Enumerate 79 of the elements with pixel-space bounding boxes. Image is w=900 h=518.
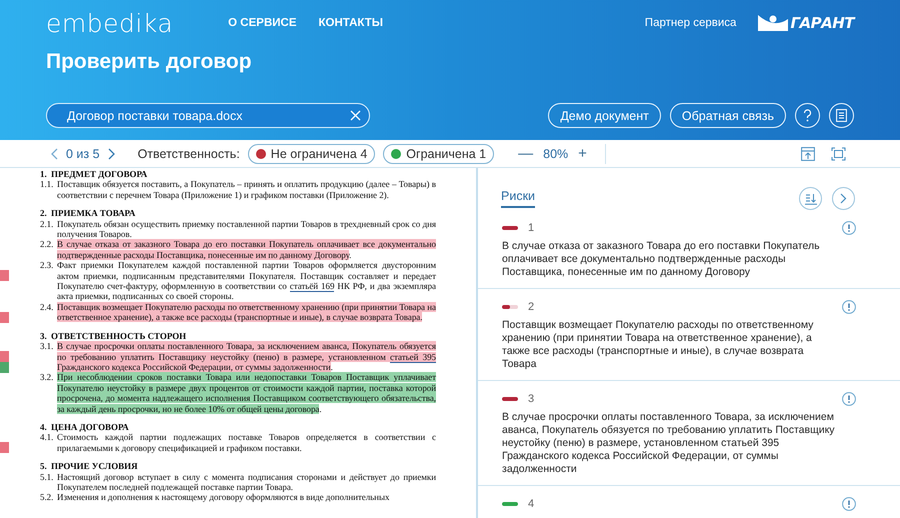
clause-text: Настоящий договор вступает в силу с момента подписания сторонами и действует до приемки Покупателем последней подлежащей поставке партии Товара. bbox=[57, 472, 436, 492]
chevron-left-icon bbox=[50, 148, 58, 160]
clause-number: 5.1. bbox=[40, 472, 54, 484]
header-button[interactable]: Демо документ bbox=[548, 103, 661, 128]
clause-text: Поставщик обязуется поставить, а Покупатель – принять и оплатить продукцию (далее – Товары) в соответствии с перечнем Товара (Приложение 1) и графиком поставки (Приложение 2). bbox=[57, 179, 436, 200]
close-icon bbox=[350, 110, 361, 121]
section-heading: 1. ПРЕДМЕТ ДОГОВОРА bbox=[40, 169, 148, 180]
zoom-out-button[interactable]: — bbox=[516, 145, 536, 162]
severity-bar bbox=[502, 305, 518, 309]
fullscreen-button[interactable] bbox=[831, 146, 846, 160]
clause-text: В случае отказа от заказного Товара до его поставки Покупатель оплачивает все документально подтвержденные расходы Поставщика, понесенные им по данному Договору. bbox=[57, 239, 436, 260]
document-icon bbox=[836, 109, 847, 122]
section-heading: 3. ОТВЕТСТВЕННОСТЬ СТОРОН bbox=[40, 330, 188, 342]
law-link[interactable]: статьёй 169 bbox=[290, 281, 334, 292]
next-button[interactable] bbox=[108, 148, 116, 160]
partner-logo: ГАРАНТ bbox=[790, 14, 854, 32]
clause-number: 4.1. bbox=[40, 432, 54, 444]
upload-button[interactable] bbox=[801, 146, 815, 160]
question-mark-icon bbox=[803, 109, 812, 122]
fullscreen-icon bbox=[831, 146, 846, 160]
clause-text: Факт приемки Покупателем каждой поставленной партии Товаров оформляется двусторонним актом приемки, подписанным представителями Покупателя. Поставщик составляет и передает Покупателю счет-фактуру, оформленную в соответствии со статьёй 169 НК РФ, и два экземпляра акта приемки, подписанных со своей стороны. bbox=[57, 260, 436, 302]
exclamation-icon[interactable] bbox=[842, 392, 856, 406]
clause-text: Стоимость каждой партии подлежащих поставке Товаров определяется в соответствии с прилагаемыми к договору спецификацией и графиком поставки. bbox=[57, 432, 436, 454]
file-field[interactable]: Договор поставки товара.docx bbox=[46, 103, 370, 128]
forward-button[interactable] bbox=[832, 187, 855, 210]
exclamation-icon[interactable] bbox=[842, 497, 856, 511]
responsibility-label: Ответственность: bbox=[138, 146, 240, 160]
clause-number: 3.1. bbox=[40, 341, 54, 354]
sort-down-icon bbox=[804, 192, 816, 204]
risks-tab[interactable]: Риски bbox=[501, 189, 536, 208]
clause-number: 5.2. bbox=[40, 492, 54, 503]
exclamation-icon[interactable] bbox=[842, 300, 856, 314]
zoom-level: 80% bbox=[543, 146, 568, 160]
clause-number: 2.1. bbox=[40, 218, 54, 231]
document-button[interactable] bbox=[829, 103, 854, 128]
section-heading: 5. ПРОЧИЕ УСЛОВИЯ bbox=[40, 461, 139, 472]
clause-number: 2.3. bbox=[40, 260, 54, 272]
section-heading: 2. ПРИЕМКА ТОВАРА bbox=[40, 208, 136, 219]
clause-text: Поставщик возмещает Покупателю расходы по ответственному хранению (при принятии Товара на ответственное хранение), а также все расходы (транспортные и иные), в случае возврата Товара. bbox=[57, 302, 436, 323]
nav-link[interactable]: КОНТАКТЫ bbox=[318, 17, 383, 29]
severity-bar bbox=[502, 397, 518, 401]
risk-number: 4 bbox=[528, 498, 534, 510]
clause-number: 2.2. bbox=[40, 239, 54, 252]
match-counter: 0 из 5 bbox=[66, 146, 100, 160]
partner-label: Партнер сервиса bbox=[644, 17, 736, 29]
section-heading: 4. ЦЕНА ДОГОВОРА bbox=[40, 422, 130, 432]
filter-chip[interactable]: Ограничена 1 bbox=[383, 144, 494, 164]
header-button[interactable]: Обратная связь bbox=[670, 103, 786, 128]
risk-number: 3 bbox=[528, 393, 534, 405]
help-button[interactable] bbox=[795, 103, 820, 128]
severity-bar bbox=[502, 226, 518, 230]
upload-icon bbox=[801, 146, 815, 160]
risk-text: В случае просрочки оплаты поставленного Товара, за исключением аванса, Покупатель обязуется по требованию уплатить Поставщику неустойку (пеню) в размере, установленном статьей 395 Гражданского кодекса Российской Федерации, от суммы задолженности bbox=[502, 411, 836, 476]
page-title: Проверить договор bbox=[46, 50, 253, 74]
clause-number: 1.1. bbox=[40, 179, 54, 192]
chevron-right-icon bbox=[840, 193, 847, 204]
zoom-in-button[interactable]: + bbox=[576, 145, 589, 162]
risk-card[interactable]: 2 Поставщик возмещает Покупателю расходы по ответственному хранению (при принятии Товара на ответственное хранение), а также все расходы (транспортные и иные), в случае возврата Товара bbox=[478, 289, 900, 381]
clause-text: В случае просрочки оплаты поставленного Товара, за исключением аванса, Покупатель обязуется по требованию уплатить Поставщику неустойку (пеню) в размере, установленном статьей 395 Гражданского кодекса Российской Федерации, от суммы задолженности. bbox=[57, 341, 436, 372]
clause-text: Покупатель обязан осуществить приемку поставленной партии Товаров в трехдневный срок со дня получения Товаров. bbox=[57, 218, 436, 240]
chevron-right-icon bbox=[108, 148, 116, 160]
risk-number: 2 bbox=[528, 301, 534, 313]
risk-card[interactable]: 4 bbox=[478, 486, 900, 518]
sort-button[interactable] bbox=[799, 187, 822, 210]
clause-number: 2.4. bbox=[40, 302, 54, 314]
law-link[interactable]: статьей 395 bbox=[390, 352, 436, 362]
clause-text: Изменения и дополнения к настоящему договору оформляются в виде дополнительных bbox=[57, 492, 390, 503]
nav-link[interactable]: О СЕРВИСЕ bbox=[228, 17, 297, 29]
exclamation-icon[interactable] bbox=[842, 221, 856, 235]
filter-chip[interactable]: Не ограничена 4 bbox=[248, 144, 376, 164]
risk-text: В случае отказа от заказного Товара до его поставки Покупатель оплачивает все документально подтвержденные расходы Поставщика, понесенные им по данному Договору bbox=[502, 240, 821, 279]
risk-card[interactable]: 1 В случае отказа от заказного Товара до его поставки Покупатель оплачивает все документально подтвержденные расходы Поставщика, понесенные им по данному Договору bbox=[478, 210, 900, 289]
partner-logo-icon bbox=[756, 13, 790, 33]
severity-bar bbox=[502, 502, 518, 506]
clear-button[interactable] bbox=[349, 109, 362, 122]
logo: embedika bbox=[46, 8, 174, 38]
risk-text: Поставщик возмещает Покупателю расходы по ответственному хранению (при принятии Товара на ответственное хранение), а также все расходы (транспортные и иные), в случае возврата Товара bbox=[502, 319, 814, 371]
risk-number: 1 bbox=[528, 222, 534, 234]
clause-number: 3.2. bbox=[40, 372, 54, 384]
